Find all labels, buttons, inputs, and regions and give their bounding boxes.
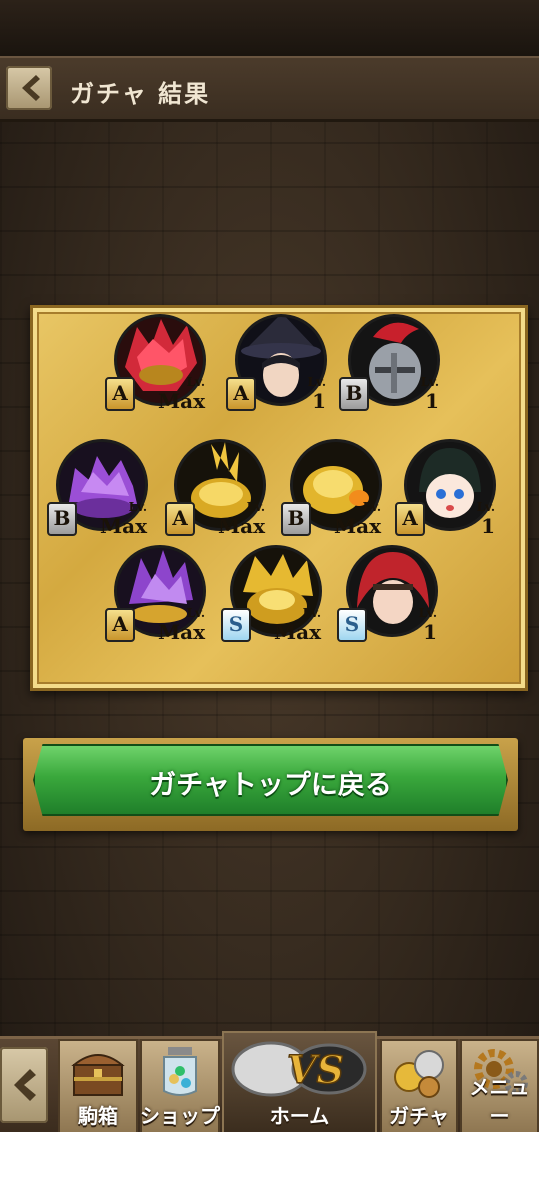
level-tag: Lv.	[246, 500, 265, 514]
nav-label: ガチャ	[389, 1104, 449, 1128]
gacha-result-board: A Lv. Max A Lv. 1 B Lv. 1 B Lv. Max A Lv…	[30, 305, 528, 691]
level-value: Max	[99, 514, 147, 538]
level-value: 1	[425, 389, 439, 413]
nav-label: メニュー	[469, 1075, 530, 1128]
back-to-gacha-top-button[interactable]: ガチャトップに戻る	[33, 744, 508, 816]
result-card[interactable]: S Lv. Max	[221, 544, 321, 654]
rank-badge: B	[281, 502, 311, 536]
result-card[interactable]: A Lv. Max	[105, 544, 205, 654]
level-tag: Lv.	[420, 375, 439, 389]
result-card[interactable]: B Lv. Max	[47, 438, 147, 548]
level-tag: Lv.	[302, 606, 321, 620]
result-card[interactable]: A Lv. 1	[226, 313, 326, 423]
rank-badge: A	[165, 502, 195, 536]
level-tag: Lv.	[186, 375, 205, 389]
result-card[interactable]: A Lv. 1	[395, 438, 495, 548]
level-value: 1	[423, 620, 437, 644]
level-value: Max	[157, 389, 205, 413]
rank-badge: B	[339, 377, 369, 411]
rank-badge: A	[395, 502, 425, 536]
level-tag: Lv.	[476, 500, 495, 514]
rank-badge: B	[47, 502, 77, 536]
header-back-button[interactable]	[6, 66, 52, 110]
level-value: Max	[217, 514, 265, 538]
level-value: 1	[481, 514, 495, 538]
chevron-left-icon	[22, 75, 40, 101]
nav-label: ホーム	[269, 1104, 330, 1128]
level-value: 1	[312, 389, 326, 413]
level-tag: Lv.	[362, 500, 381, 514]
nav-item-gacha[interactable]: ガチャ	[380, 1039, 458, 1135]
nav-item-home[interactable]: VS ホーム	[222, 1031, 377, 1135]
result-card[interactable]: B Lv. Max	[281, 438, 381, 548]
back-to-gacha-top-label: ガチャトップに戻る	[149, 770, 392, 801]
rank-badge: A	[105, 608, 135, 642]
level-value: Max	[333, 514, 381, 538]
nav-item-menu[interactable]: メニュー	[460, 1039, 539, 1135]
chevron-left-icon	[14, 1069, 36, 1101]
top-strip	[0, 0, 539, 56]
rank-badge: A	[105, 377, 135, 411]
level-tag: Lv.	[418, 606, 437, 620]
back-to-gacha-top-frame: ガチャトップに戻る	[23, 738, 518, 831]
result-card[interactable]: A Lv. Max	[105, 313, 205, 423]
level-tag: Lv.	[307, 375, 326, 389]
result-card[interactable]: S Lv. 1	[337, 544, 437, 654]
svg-text:VS: VS	[287, 1047, 344, 1092]
nav-back-button[interactable]	[0, 1047, 48, 1123]
page-title: ガチャ 結果	[70, 80, 211, 108]
rank-badge: S	[337, 608, 367, 642]
rank-badge: S	[221, 608, 251, 642]
result-card[interactable]: B Lv. 1	[339, 313, 439, 423]
level-tag: Lv.	[186, 606, 205, 620]
vs-emblem-icon: VS	[231, 1041, 367, 1097]
nav-item-shop[interactable]: ショップ	[140, 1039, 220, 1135]
system-bottom-area	[0, 1132, 539, 1200]
nav-label: ショップ	[140, 1104, 220, 1128]
coin-jar-icon	[163, 1047, 197, 1096]
level-tag: Lv.	[128, 500, 147, 514]
level-value: Max	[273, 620, 321, 644]
bottom-navigation: 駒箱 ショップ VS ホーム ガチャ メニュー	[0, 1031, 539, 1135]
treasure-chest-icon	[71, 1054, 125, 1096]
nav-label: 駒箱	[78, 1104, 118, 1128]
coins-icon	[394, 1050, 444, 1098]
level-value: Max	[157, 620, 205, 644]
rank-badge: A	[226, 377, 256, 411]
nav-item-komabako[interactable]: 駒箱	[58, 1039, 138, 1135]
page-header: ガチャ 結果	[0, 56, 539, 122]
result-card[interactable]: A Lv. Max	[165, 438, 265, 548]
